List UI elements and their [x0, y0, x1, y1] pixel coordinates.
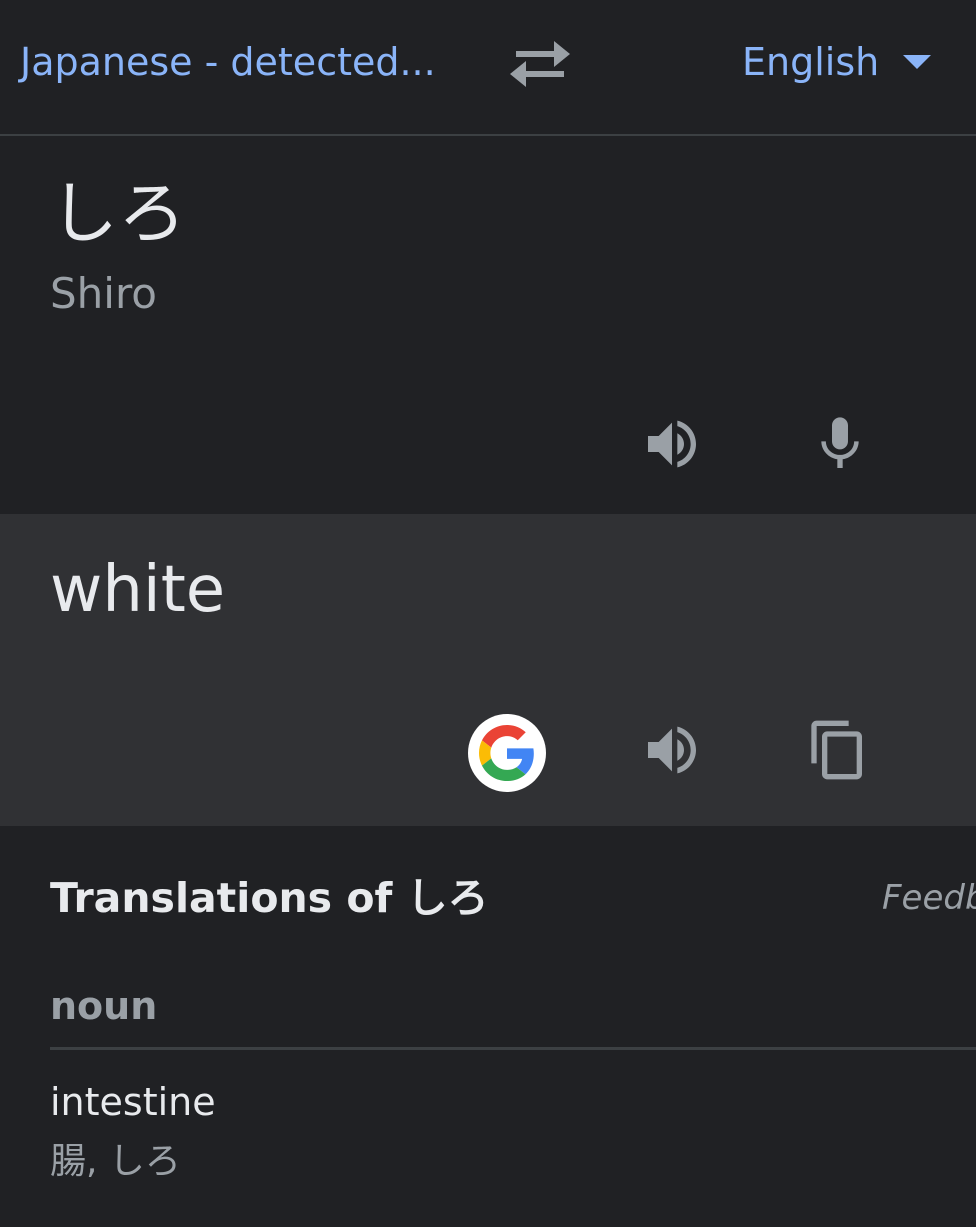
- feedback-link[interactable]: Feedb: [882, 874, 976, 922]
- copy-translation-button[interactable]: [802, 714, 874, 786]
- speaker-icon: [648, 726, 696, 774]
- swap-languages-button[interactable]: [506, 38, 574, 90]
- target-language-label: English: [742, 40, 880, 84]
- translation-listen-button[interactable]: [636, 714, 708, 786]
- target-language-selector[interactable]: English: [742, 36, 932, 88]
- source-listen-button[interactable]: [636, 408, 708, 480]
- divider: [50, 1047, 976, 1050]
- copy-icon: [811, 720, 862, 780]
- translation-panel: white: [0, 514, 976, 826]
- swap-arrows-icon: [510, 41, 570, 87]
- google-g-icon: [479, 725, 534, 781]
- microphone-icon: [821, 417, 859, 468]
- google-search-button[interactable]: [468, 714, 546, 792]
- language-bar: Japanese - detected... English: [0, 0, 976, 136]
- dictionary-entry-reverse-translations: 腸, しろ: [50, 1141, 181, 1182]
- part-of-speech-label: noun: [50, 984, 158, 1028]
- translation-text[interactable]: white: [50, 548, 225, 632]
- dictionary-title: Translations of しろ: [50, 874, 489, 922]
- source-panel: しろ Shiro: [0, 136, 976, 514]
- dropdown-caret-icon: [903, 55, 932, 69]
- speaker-icon: [648, 420, 696, 468]
- microphone-button[interactable]: [804, 408, 876, 480]
- source-romanization: Shiro: [50, 269, 157, 318]
- dictionary-entry-word[interactable]: intestine: [50, 1076, 216, 1128]
- dictionary-section: Translations of しろ Feedb noun intestine …: [0, 826, 976, 1227]
- source-text[interactable]: しろ: [50, 172, 186, 258]
- source-language-selector[interactable]: Japanese - detected...: [20, 36, 436, 88]
